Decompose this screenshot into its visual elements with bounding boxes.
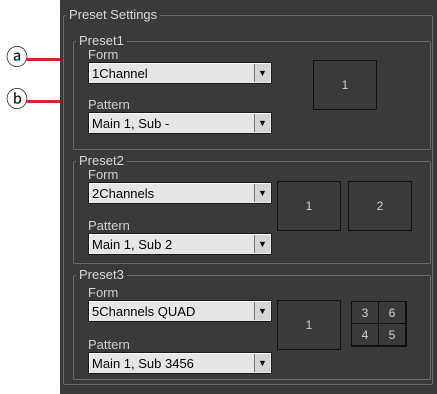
chevron-down-icon[interactable]: ▼ bbox=[254, 235, 270, 253]
preset2-pattern-value: Main 1, Sub 2 bbox=[92, 237, 173, 252]
preset3-quad-cell: 3 bbox=[351, 301, 379, 324]
preset-settings-panel: Preset Settings Preset1 Form 1Channel ▼ … bbox=[60, 0, 437, 394]
preset1-pattern-label: Pattern bbox=[88, 97, 130, 112]
preset3-form-value: 5Channels QUAD bbox=[92, 304, 196, 319]
preset1-screen-1: 1 bbox=[313, 60, 377, 110]
preset3-quad-grid: 3 6 4 5 bbox=[351, 301, 407, 347]
preset3-quad-cell: 6 bbox=[378, 301, 406, 324]
preset1-pattern-select[interactable]: Main 1, Sub - ▼ bbox=[88, 112, 272, 134]
preset1-title: Preset1 bbox=[79, 33, 124, 48]
preset1-pattern-value: Main 1, Sub - bbox=[92, 116, 170, 131]
preset-settings-title: Preset Settings bbox=[69, 7, 158, 22]
preset3-pattern-label: Pattern bbox=[88, 337, 130, 352]
preset3-quad-cell: 5 bbox=[378, 323, 406, 346]
preset2-screen-2: 2 bbox=[348, 181, 412, 231]
chevron-down-icon[interactable]: ▼ bbox=[254, 354, 270, 372]
chevron-down-icon[interactable]: ▼ bbox=[254, 64, 270, 82]
preset2-pattern-select[interactable]: Main 1, Sub 2 ▼ bbox=[88, 233, 272, 255]
preset2-form-label: Form bbox=[88, 167, 119, 182]
callout-a: ⓐ bbox=[6, 45, 29, 70]
preset2-title: Preset2 bbox=[79, 153, 124, 168]
preset2-form-select[interactable]: 2Channels ▼ bbox=[88, 182, 272, 204]
preset3-form-label: Form bbox=[88, 285, 119, 300]
preset3-quad-cell: 4 bbox=[351, 323, 379, 346]
preset3-screen-1: 1 bbox=[277, 300, 341, 350]
chevron-down-icon[interactable]: ▼ bbox=[254, 184, 270, 202]
preset3-form-select[interactable]: 5Channels QUAD ▼ bbox=[88, 300, 272, 322]
preset1-form-label: Form bbox=[88, 47, 119, 62]
preset2-form-value: 2Channels bbox=[92, 186, 155, 201]
callout-b: ⓑ bbox=[6, 87, 29, 112]
chevron-down-icon[interactable]: ▼ bbox=[254, 302, 270, 320]
chevron-down-icon[interactable]: ▼ bbox=[254, 114, 270, 132]
preset3-pattern-value: Main 1, Sub 3456 bbox=[92, 356, 194, 371]
preset3-pattern-select[interactable]: Main 1, Sub 3456 ▼ bbox=[88, 352, 272, 374]
preset2-pattern-label: Pattern bbox=[88, 218, 130, 233]
preset2-screen-1: 1 bbox=[277, 181, 341, 231]
preset1-form-select[interactable]: 1Channel ▼ bbox=[88, 62, 272, 84]
preset1-form-value: 1Channel bbox=[92, 66, 148, 81]
preset3-title: Preset3 bbox=[79, 267, 124, 282]
